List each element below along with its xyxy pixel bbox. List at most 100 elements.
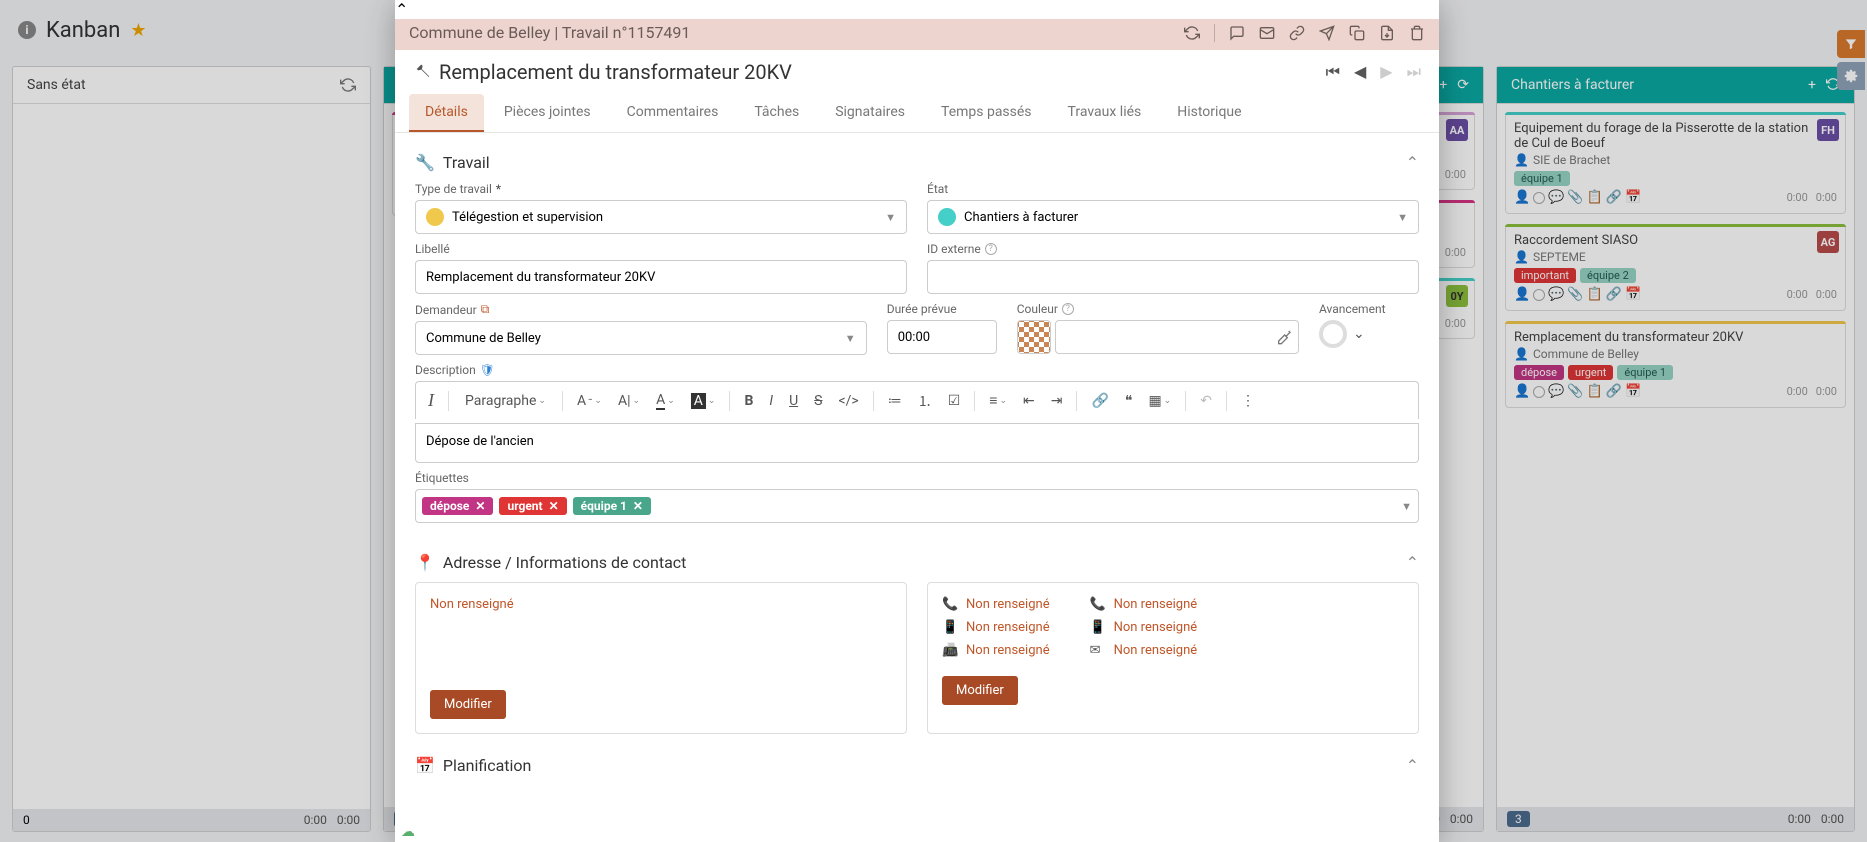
label-avancement: Avancement (1319, 302, 1419, 316)
mail-icon[interactable] (1259, 25, 1275, 41)
strike-button[interactable]: S (808, 389, 828, 413)
idexterne-input[interactable] (927, 260, 1419, 294)
demandeur-select[interactable]: Commune de Belley ▼ (415, 321, 867, 355)
modify-contact-button[interactable]: Modifier (942, 676, 1018, 705)
align-select[interactable]: ≡⌄ (983, 388, 1013, 413)
bold-button[interactable]: B (738, 389, 759, 413)
chevron-down-icon[interactable]: ⌄ (1353, 326, 1365, 342)
chevron-down-icon: ▼ (885, 211, 896, 224)
ol-button[interactable]: ⒈ (912, 387, 938, 415)
modal-tabs: Détails Pièces jointes Commentaires Tâch… (395, 94, 1439, 133)
progress-ring-icon (1319, 320, 1347, 348)
section-travail[interactable]: 🔧Travail ⌃ (415, 143, 1419, 182)
label-etiquettes: Étiquettes (415, 471, 1419, 485)
remove-tag-icon[interactable]: ✕ (549, 499, 559, 513)
chevron-up-icon[interactable]: ⌃ (1406, 553, 1419, 572)
label-idext: ID externe ? (927, 242, 1419, 256)
tab-history[interactable]: Historique (1161, 94, 1257, 132)
tab-linked[interactable]: Travaux liés (1052, 94, 1158, 132)
label-couleur: Couleur ? (1017, 302, 1299, 316)
cursor-icon[interactable]: I (422, 386, 440, 415)
fax-icon: 📠 (942, 643, 956, 658)
checklist-button[interactable]: ☑ (942, 389, 967, 413)
download-icon[interactable] (1379, 25, 1395, 41)
textcolor-select[interactable]: A⌄ (650, 388, 681, 414)
contact-info-panel: 📞Non renseigné 📱Non renseigné 📠Non rense… (927, 582, 1419, 734)
heading-select[interactable]: Paragraphe⌄ (457, 390, 554, 412)
tag-chip: dépose✕ (422, 497, 493, 515)
color-swatch[interactable] (1017, 320, 1051, 354)
label-type: Type de travail * (415, 182, 907, 196)
external-link-icon[interactable]: ⧉ (481, 302, 490, 317)
type-select[interactable]: Télégestion et supervision ▼ (415, 200, 907, 234)
label-libelle: Libellé (415, 242, 907, 256)
underline-button[interactable]: U (783, 389, 804, 413)
duree-input[interactable] (887, 320, 997, 354)
tags-input[interactable]: dépose✕ urgent✕ équipe 1✕ ▼ (415, 489, 1419, 523)
modify-address-button[interactable]: Modifier (430, 690, 506, 719)
more-button[interactable]: ⋮ (1235, 389, 1261, 413)
info-icon[interactable]: ? (985, 243, 997, 255)
cloud-icon[interactable]: ☁ (401, 824, 415, 840)
trash-icon[interactable] (1409, 25, 1425, 41)
label-etat: État (927, 182, 1419, 196)
close-icon[interactable]: ⌃ (395, 0, 1439, 19)
phone-icon: 📞 (942, 597, 956, 612)
nav-next-icon[interactable]: ▶ (1380, 62, 1392, 82)
indent-button[interactable]: ⇥ (1045, 389, 1069, 413)
shield-icon[interactable]: 🛡 (480, 363, 495, 377)
nav-first-icon[interactable]: ⏮ (1326, 62, 1340, 82)
label-description: Description 🛡 (415, 363, 1419, 377)
libelle-input[interactable] (415, 260, 907, 294)
section-adresse[interactable]: 📍Adresse / Informations de contact ⌃ (415, 543, 1419, 582)
tab-timespent[interactable]: Temps passés (925, 94, 1048, 132)
tab-details[interactable]: Détails (409, 94, 484, 132)
tab-attachments[interactable]: Pièces jointes (488, 94, 607, 132)
remove-tag-icon[interactable]: ✕ (475, 499, 485, 513)
code-button[interactable]: </> (832, 389, 864, 413)
tab-tasks[interactable]: Tâches (738, 94, 815, 132)
tab-comments[interactable]: Commentaires (611, 94, 735, 132)
copy-icon[interactable] (1349, 25, 1365, 41)
address-line: Non renseigné (430, 597, 892, 612)
remove-tag-icon[interactable]: ✕ (633, 499, 643, 513)
link-icon[interactable] (1289, 25, 1305, 41)
tag-chip: équipe 1✕ (573, 497, 651, 515)
modal-breadcrumb: Commune de Belley | Travail n°1157491 (409, 23, 690, 42)
fontfamily-select[interactable]: A|⌄ (612, 389, 646, 413)
phone-icon: 📞 (1090, 597, 1104, 612)
chevron-up-icon[interactable]: ⌃ (1406, 756, 1419, 775)
comment-icon[interactable] (1229, 25, 1245, 41)
refresh-icon[interactable] (1184, 25, 1200, 41)
table-button[interactable]: ▦⌄ (1142, 389, 1177, 413)
chevron-down-icon[interactable]: ▼ (1401, 500, 1412, 513)
calendar-icon: 📅 (415, 756, 435, 775)
undo-button[interactable]: ↶ (1194, 389, 1218, 413)
nav-prev-icon[interactable]: ◀ (1354, 62, 1366, 82)
address-panel: Non renseigné Modifier (415, 582, 907, 734)
tab-signatories[interactable]: Signataires (819, 94, 921, 132)
avancement-control[interactable]: ⌄ (1319, 320, 1419, 348)
eyedropper-icon[interactable] (1276, 329, 1292, 345)
link-button[interactable]: 🔗 (1085, 389, 1114, 413)
modal-title-row: Remplacement du transformateur 20KV ⏮ ◀ … (395, 50, 1439, 94)
highlight-select[interactable]: A⌄ (685, 389, 722, 413)
fontsize-select[interactable]: A⁻⌄ (571, 389, 608, 413)
modal-body: 🔧Travail ⌃ Type de travail * Télégestion… (395, 133, 1439, 842)
mobile-icon: 📱 (942, 620, 956, 635)
tag-chip: urgent✕ (499, 497, 566, 515)
label-demandeur: Demandeur ⧉ (415, 302, 867, 317)
description-editor[interactable]: Dépose de l'ancien (415, 423, 1419, 463)
info-icon[interactable]: ? (1062, 303, 1074, 315)
italic-button[interactable]: I (763, 389, 779, 413)
color-input[interactable] (1055, 320, 1299, 354)
ul-button[interactable]: ≔ (882, 389, 908, 413)
section-planification[interactable]: 📅Planification ⌃ (415, 746, 1419, 785)
outdent-button[interactable]: ⇤ (1017, 389, 1041, 413)
etat-select[interactable]: Chantiers à facturer ▼ (927, 200, 1419, 234)
chevron-up-icon[interactable]: ⌃ (1406, 153, 1419, 172)
send-icon[interactable] (1319, 25, 1335, 41)
chevron-down-icon: ▼ (845, 332, 856, 345)
nav-last-icon[interactable]: ⏭ (1407, 62, 1421, 82)
blockquote-button[interactable]: ❝ (1119, 389, 1139, 413)
